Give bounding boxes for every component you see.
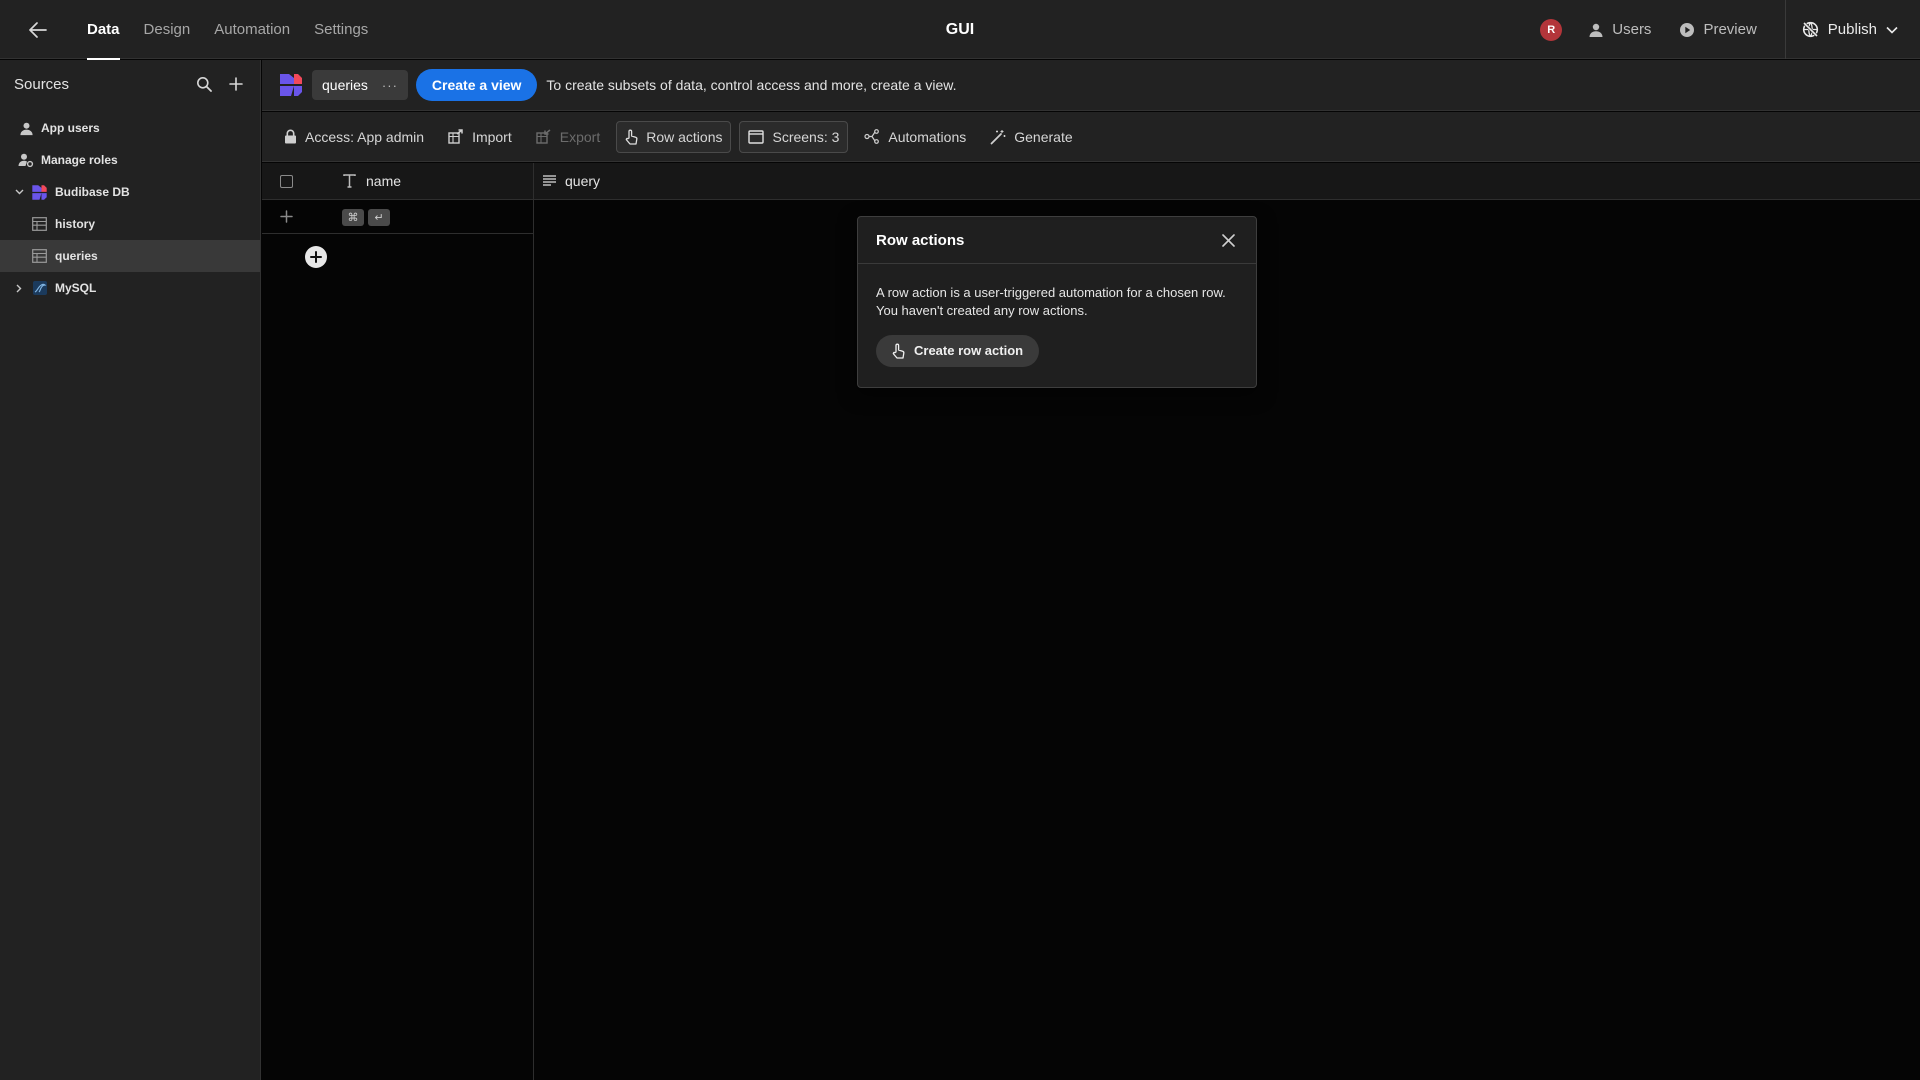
import-button[interactable]: Import (440, 121, 520, 153)
popover-header: Row actions (858, 217, 1256, 264)
table-icon (32, 249, 47, 263)
user-icon (18, 120, 34, 136)
screen-icon (748, 129, 765, 144)
more-icon[interactable]: ··· (382, 78, 398, 93)
tab-data[interactable]: Data (75, 0, 132, 60)
create-view-hint: To create subsets of data, control acces… (546, 77, 957, 93)
table-name-pill[interactable]: queries ··· (312, 70, 408, 100)
text-type-icon (343, 174, 356, 188)
sidebar-header: Sources (0, 60, 260, 108)
pointer-hand-icon (625, 129, 638, 145)
tab-settings[interactable]: Settings (302, 0, 380, 59)
generate-button[interactable]: Generate (982, 121, 1080, 153)
add-row-icon[interactable] (280, 210, 293, 223)
lock-icon (284, 129, 297, 144)
search-icon[interactable] (194, 74, 214, 94)
generate-label: Generate (1014, 128, 1073, 145)
magic-wand-icon (990, 129, 1006, 145)
row-actions-button[interactable]: Row actions (616, 120, 732, 153)
top-nav: Data Design Automation Settings GUI R Us… (0, 0, 1920, 60)
sidebar-item-history[interactable]: history (0, 208, 260, 240)
pointer-hand-icon (892, 343, 905, 359)
chevron-down-icon[interactable] (14, 188, 24, 196)
sidebar-item-label: queries (55, 249, 98, 263)
import-label: Import (472, 128, 512, 145)
preview-button[interactable]: Preview (1679, 21, 1757, 38)
grid-header: name query (262, 163, 1920, 200)
sidebar-item-manage-roles[interactable]: Manage roles (0, 144, 260, 176)
import-icon (448, 129, 464, 144)
back-arrow-icon[interactable] (26, 18, 50, 42)
sidebar-item-label: history (55, 217, 96, 231)
sidebar-item-label: App users (41, 121, 100, 135)
automations-label: Automations (888, 128, 967, 145)
users-button[interactable]: Users (1588, 21, 1651, 38)
export-icon (536, 129, 552, 144)
sidebar-item-label: Budibase DB (55, 185, 130, 199)
preview-label: Preview (1703, 21, 1757, 38)
row-actions-popover: Row actions A row action is a user-trigg… (857, 216, 1257, 388)
create-view-button[interactable]: Create a view (415, 69, 538, 101)
publish-label: Publish (1827, 21, 1877, 38)
avatar[interactable]: R (1540, 18, 1563, 41)
select-all-checkbox[interactable] (280, 175, 293, 188)
screens-button[interactable]: Screens: 3 (739, 120, 849, 153)
export-label: Export (559, 128, 601, 145)
export-button[interactable]: Export (528, 121, 608, 153)
column-header-name[interactable]: name (366, 173, 401, 189)
chevron-down-icon (1886, 26, 1898, 34)
top-right-actions: R Users Preview Publish (1540, 0, 1920, 59)
sidebar-item-app-users[interactable]: App users (0, 112, 260, 144)
popover-title: Row actions (876, 231, 965, 249)
budibase-logo (278, 72, 304, 98)
create-row-action-label: Create row action (914, 343, 1024, 358)
row-actions-label: Row actions (646, 128, 723, 145)
users-label: Users (1612, 21, 1652, 38)
add-column-icon[interactable] (305, 246, 327, 268)
command-key-icon: ⌘ (342, 209, 364, 226)
popover-description: A row action is a user-triggered automat… (876, 285, 1226, 300)
column-divider (533, 163, 534, 1080)
popover-body: A row action is a user-triggered automat… (858, 264, 1256, 367)
enter-key-icon: ↵ (368, 209, 390, 226)
chevron-right-icon[interactable] (15, 283, 23, 293)
access-label: Access: App admin (305, 128, 425, 145)
screens-label: Screens: 3 (772, 128, 840, 145)
access-button[interactable]: Access: App admin (276, 121, 432, 153)
sidebar-item-mysql[interactable]: MySQL (0, 272, 260, 304)
play-circle-icon (1679, 22, 1695, 38)
globe-off-icon (1802, 21, 1819, 38)
sidebar-title: Sources (14, 75, 70, 93)
table-icon (32, 217, 47, 231)
column-header-query[interactable]: query (565, 173, 600, 189)
nav-tabs: Data Design Automation Settings (75, 0, 380, 60)
tab-design[interactable]: Design (132, 0, 203, 59)
budibase-logo (31, 184, 48, 201)
create-row-action-button[interactable]: Create row action (876, 335, 1040, 367)
automation-icon (864, 129, 880, 144)
table-name: queries (322, 77, 368, 93)
tab-automation[interactable]: Automation (202, 0, 302, 59)
table-toolbar: Access: App admin Import Export Row acti… (262, 112, 1920, 162)
roles-icon (18, 152, 34, 168)
longform-type-icon (543, 175, 556, 186)
new-row[interactable]: ⌘ ↵ (262, 200, 534, 234)
add-source-icon[interactable] (226, 74, 246, 94)
sidebar-item-budibase-db[interactable]: Budibase DB (0, 176, 260, 208)
popover-empty-message: You haven't created any row actions. (876, 303, 1088, 318)
sidebar-item-queries[interactable]: queries (0, 240, 260, 272)
close-icon[interactable] (1218, 230, 1238, 250)
user-icon (1588, 22, 1604, 38)
sidebar-item-label: Manage roles (41, 153, 118, 167)
publish-button[interactable]: Publish (1784, 0, 1920, 59)
sidebar: Sources App users Manage roles Budibase … (0, 60, 261, 1080)
view-bar: queries ··· Create a view To create subs… (262, 60, 1920, 111)
main-area: queries ··· Create a view To create subs… (262, 60, 1920, 1080)
automations-button[interactable]: Automations (856, 121, 974, 153)
mysql-icon (32, 280, 48, 296)
sidebar-item-label: MySQL (55, 281, 97, 295)
